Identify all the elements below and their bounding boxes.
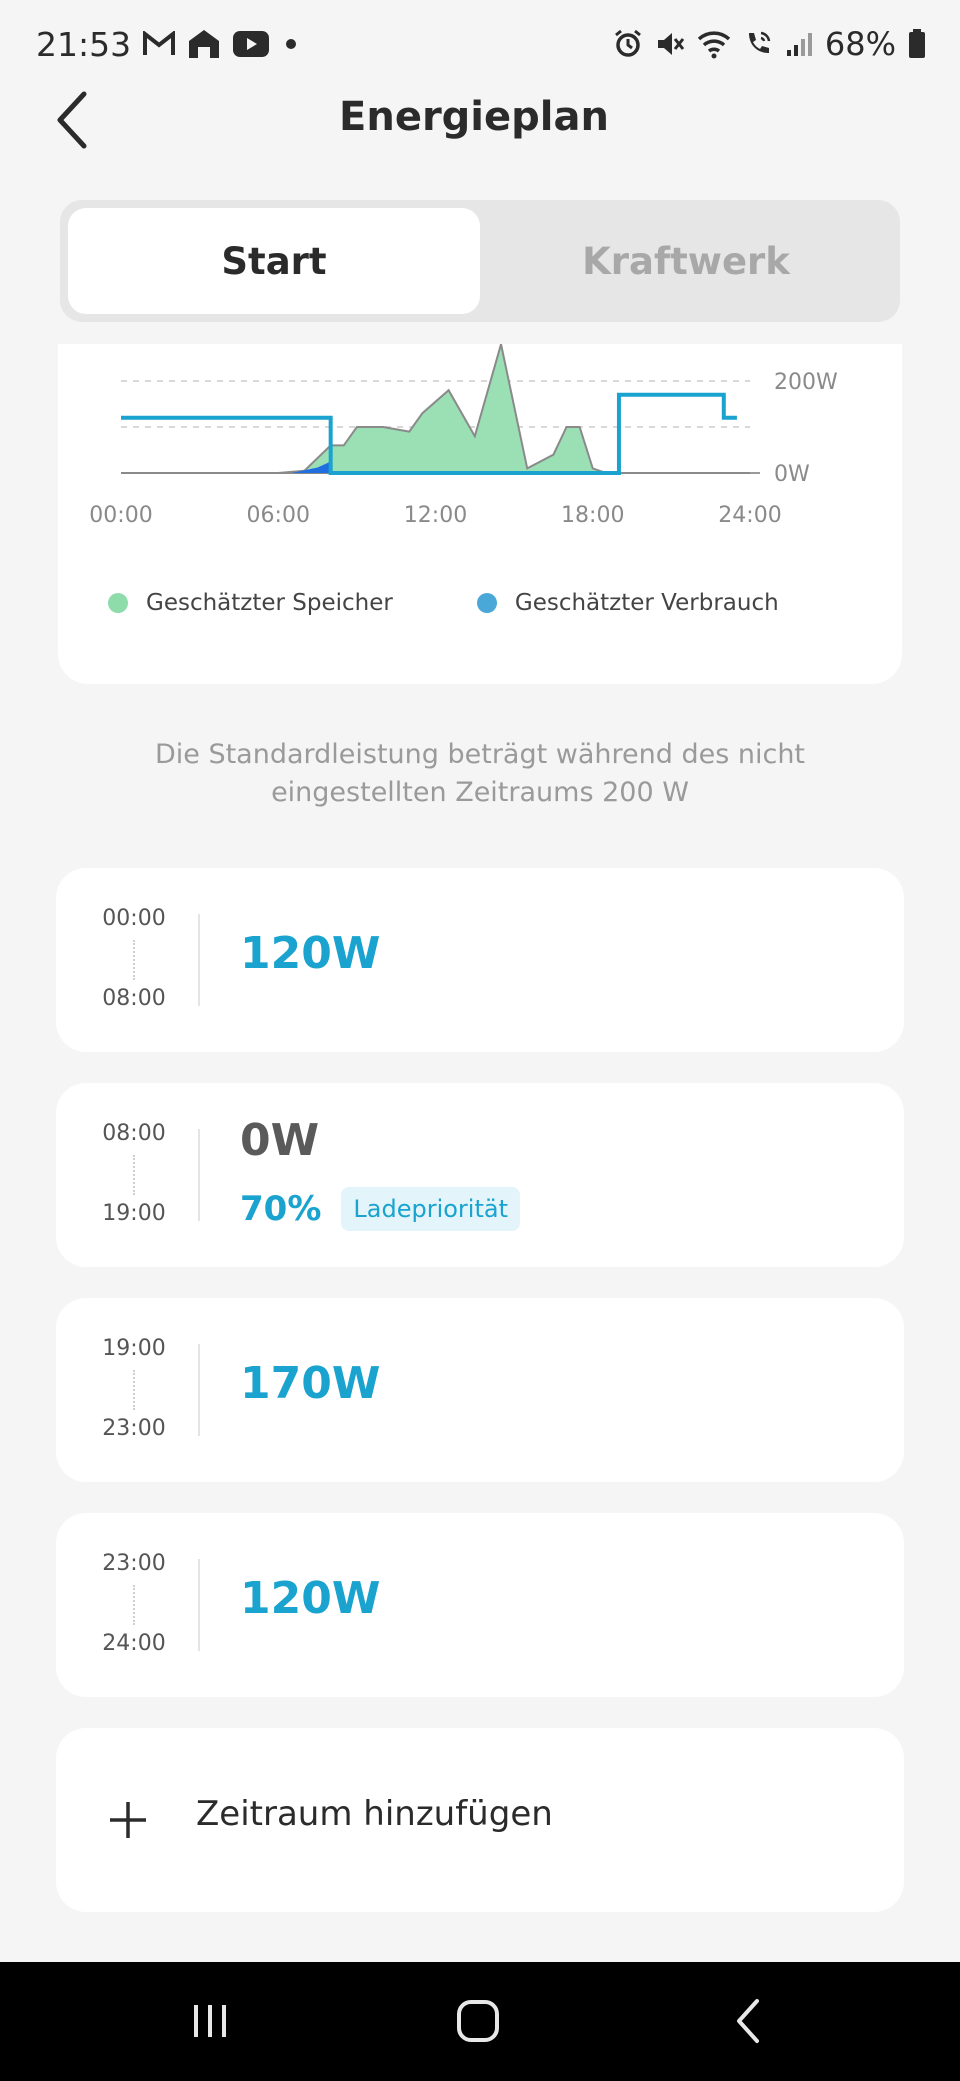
legend-item-storage: Geschätzter Speicher bbox=[108, 590, 393, 616]
slot-times: 00:00 08:00 bbox=[84, 868, 184, 1052]
slot-divider bbox=[198, 1129, 200, 1221]
slot-power: 120W bbox=[240, 928, 381, 979]
system-nav-bar bbox=[0, 1962, 960, 2081]
slot-end-time: 24:00 bbox=[102, 1631, 166, 1656]
slot-power: 170W bbox=[240, 1358, 381, 1409]
slot-power: 0W bbox=[240, 1115, 320, 1166]
page-title: Energieplan bbox=[339, 94, 609, 140]
slot-times: 23:00 24:00 bbox=[84, 1513, 184, 1697]
status-bar: 21:53 68% bbox=[0, 0, 960, 88]
slot-start-time: 00:00 bbox=[102, 906, 166, 931]
slot-end-time: 23:00 bbox=[102, 1416, 166, 1441]
charge-priority-badge: Ladepriorität bbox=[341, 1187, 520, 1231]
y-tick-label: 0W bbox=[774, 462, 810, 487]
mute-icon bbox=[655, 29, 685, 59]
slot-power: 120W bbox=[240, 1573, 381, 1624]
chart-card: 00:00 06:00 12:00 18:00 24:00 200W 0W Geschätz… bbox=[58, 344, 902, 684]
wifi-call-icon bbox=[743, 29, 773, 59]
segmented-control: Start Kraftwerk bbox=[60, 200, 900, 322]
wifi-icon bbox=[697, 29, 731, 59]
status-left: 21:53 bbox=[36, 25, 301, 64]
status-time: 21:53 bbox=[36, 24, 132, 64]
slot-card-1[interactable]: 08:00 19:00 0W 70% Ladepriorität bbox=[56, 1083, 904, 1267]
plus-icon bbox=[108, 1800, 148, 1840]
slot-card-0[interactable]: 00:00 08:00 120W bbox=[56, 868, 904, 1052]
legend-dot-storage bbox=[108, 593, 128, 613]
back-icon bbox=[733, 1998, 763, 2048]
tab-start[interactable]: Start bbox=[68, 208, 480, 314]
legend-label-storage: Geschätzter Speicher bbox=[146, 590, 393, 616]
alarm-icon bbox=[613, 29, 643, 59]
slot-times: 08:00 19:00 bbox=[84, 1083, 184, 1267]
slot-dots bbox=[133, 1155, 135, 1195]
status-right: 68% bbox=[613, 25, 926, 63]
slot-start-time: 23:00 bbox=[102, 1551, 166, 1576]
back-nav-button[interactable] bbox=[718, 1998, 778, 2048]
slot-end-time: 19:00 bbox=[102, 1201, 166, 1226]
legend-dot-consumption bbox=[476, 593, 497, 613]
legend-label-consumption: Geschätzter Verbrauch bbox=[514, 590, 779, 616]
x-tick-label: 06:00 bbox=[247, 503, 310, 528]
legend-item-consumption: Geschätzter Verbrauch bbox=[476, 590, 779, 616]
slot-times: 19:00 23:00 bbox=[84, 1298, 184, 1482]
gmail-icon bbox=[143, 31, 176, 57]
x-tick-label: 00:00 bbox=[89, 503, 152, 528]
slot-dots bbox=[133, 940, 135, 980]
home-icon bbox=[187, 28, 221, 60]
slot-percent: 70% bbox=[240, 1189, 322, 1229]
slot-dots bbox=[133, 1370, 135, 1410]
x-tick-label: 12:00 bbox=[404, 503, 467, 528]
youtube-icon bbox=[233, 31, 270, 57]
y-tick-label: 200W bbox=[774, 370, 838, 395]
slot-divider bbox=[198, 914, 200, 1006]
x-tick-label: 24:00 bbox=[718, 503, 781, 528]
slot-start-time: 08:00 bbox=[102, 1121, 166, 1146]
recent-apps-icon bbox=[190, 2001, 230, 2045]
slot-dots bbox=[133, 1585, 135, 1625]
slot-card-2[interactable]: 19:00 23:00 170W bbox=[56, 1298, 904, 1482]
slot-divider bbox=[198, 1344, 200, 1436]
add-slot-label: Zeitraum hinzufügen bbox=[196, 1794, 553, 1834]
slot-start-time: 19:00 bbox=[102, 1336, 166, 1361]
x-tick-label: 18:00 bbox=[561, 503, 624, 528]
slot-card-3[interactable]: 23:00 24:00 120W bbox=[56, 1513, 904, 1697]
home-button[interactable] bbox=[448, 1998, 508, 2048]
slot-sub: 70% Ladepriorität bbox=[240, 1187, 520, 1231]
add-slot-button[interactable]: Zeitraum hinzufügen bbox=[56, 1728, 904, 1912]
battery-percent: 68% bbox=[824, 25, 896, 63]
slot-divider bbox=[198, 1559, 200, 1651]
energy-chart: 00:00 06:00 12:00 18:00 24:00 200W 0W bbox=[89, 344, 838, 528]
home-button-icon bbox=[456, 1999, 500, 2047]
dot-icon bbox=[281, 34, 301, 54]
tab-kraftwerk[interactable]: Kraftwerk bbox=[480, 208, 892, 314]
chart-legend: Geschätzter Speicher Geschätzter Verbrau… bbox=[108, 590, 779, 616]
signal-icon bbox=[785, 30, 813, 58]
recent-apps-button[interactable] bbox=[180, 1998, 240, 2048]
battery-icon bbox=[908, 29, 926, 59]
info-note: Die Standardleistung beträgt während des… bbox=[154, 739, 806, 808]
slot-end-time: 08:00 bbox=[102, 986, 166, 1011]
series-area-storage bbox=[121, 344, 750, 474]
